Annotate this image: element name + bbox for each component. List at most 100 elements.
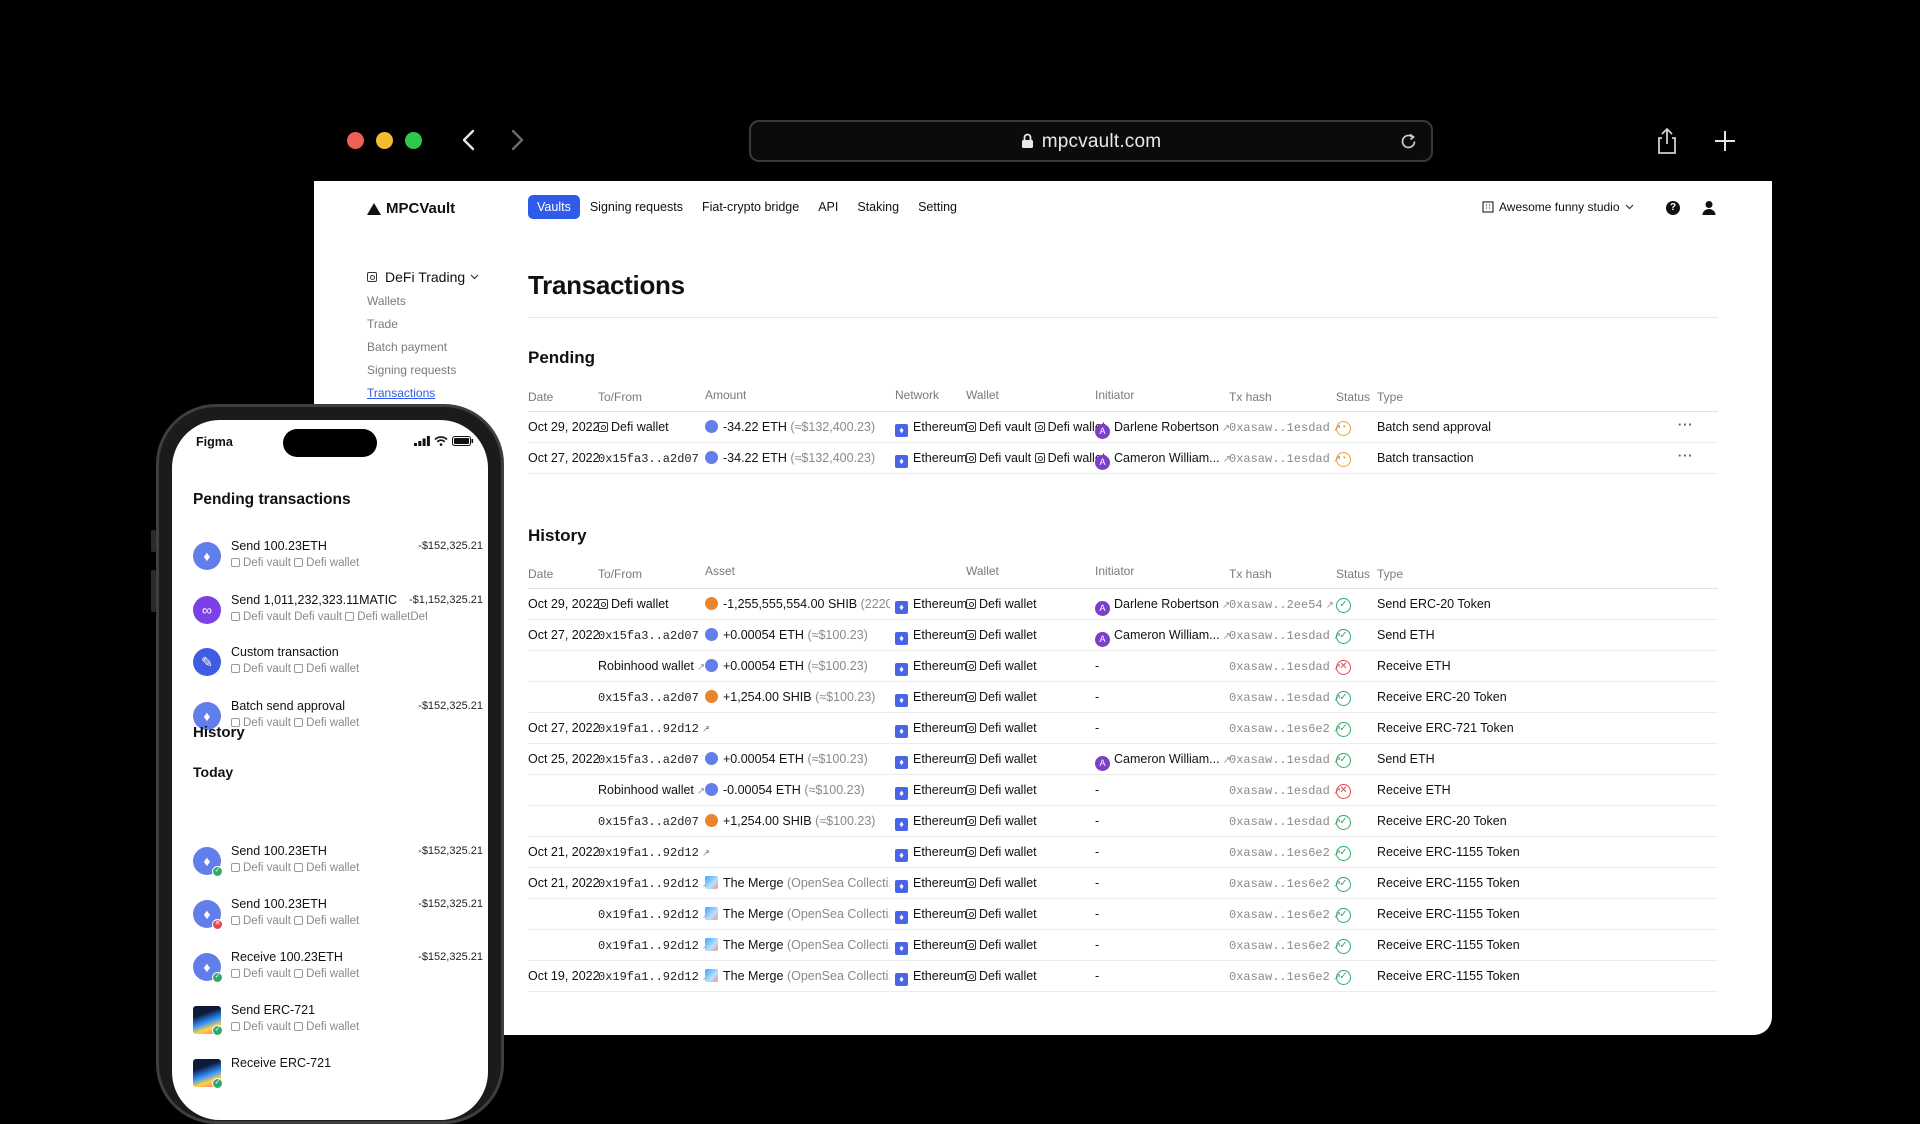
row-txhash[interactable]: 0xasaw..1es6e2 ↗	[1229, 969, 1341, 984]
share-icon[interactable]	[1652, 126, 1682, 156]
row-txhash[interactable]: 0xasaw..1esdad ↗	[1229, 659, 1341, 674]
network-name: Ethereum	[913, 814, 968, 828]
table-row[interactable]: Oct 19, 20220x19fa1..92d12↗The Merge (Op…	[528, 961, 1718, 992]
row-tofrom[interactable]: 0x19fa1..92d12↗	[598, 876, 710, 891]
row-txhash[interactable]: 0xasaw..1es6e2 ↗	[1229, 845, 1341, 860]
row-tofrom[interactable]: Robinhood wallet ↗	[598, 783, 705, 797]
table-row[interactable]: Oct 21, 20220x19fa1..92d12↗The Merge (Op…	[528, 868, 1718, 899]
row-initiator[interactable]: A Darlene Robertson ↗	[1095, 597, 1230, 616]
initiator-name: -	[1095, 969, 1100, 983]
table-row[interactable]: Robinhood wallet ↗ +0.00054 ETH (≈$100.23)…	[528, 651, 1718, 682]
table-row[interactable]: 0x19fa1..92d12↗The Merge (OpenSea Collec…	[528, 899, 1718, 930]
tofrom-address: 0x15fa3..a2d07	[598, 629, 699, 643]
row-tofrom[interactable]: Defi wallet	[598, 420, 669, 434]
forward-arrow-icon[interactable]	[502, 126, 530, 154]
row-txhash[interactable]: 0xasaw..1es6e2 ↗	[1229, 907, 1341, 922]
sidebar-item-signing-requests[interactable]: Signing requests	[367, 363, 497, 377]
phone-list-item[interactable]: ✓ Receive ERC-721	[193, 1054, 483, 1094]
table-row[interactable]: 0x15fa3..a2d07 +1,254.00 SHIB (≈$100.23) ♦…	[528, 682, 1718, 713]
wallet-icon	[966, 909, 976, 919]
row-tofrom[interactable]: 0x19fa1..92d12↗	[598, 845, 710, 860]
nav-staking[interactable]: Staking	[848, 195, 908, 219]
back-arrow-icon[interactable]	[456, 126, 484, 154]
phone-list-item[interactable]: ♦ ✓ Send 100.23ETH Defi vault Defi wallet -$…	[193, 842, 483, 882]
row-initiator[interactable]: A Darlene Robertson ↗	[1095, 420, 1230, 439]
new-tab-icon[interactable]	[1710, 126, 1740, 156]
row-initiator[interactable]: A Cameron William... ↗	[1095, 628, 1231, 647]
row-tofrom[interactable]: 0x19fa1..92d12↗	[598, 907, 710, 922]
nav-api[interactable]: API	[809, 195, 847, 219]
nav-signing-requests[interactable]: Signing requests	[581, 195, 692, 219]
close-window-button[interactable]	[347, 132, 364, 149]
external-link-icon[interactable]: ↗	[1326, 600, 1334, 611]
row-txhash[interactable]: 0xasaw..1esdad ↗	[1229, 690, 1341, 705]
help-icon[interactable]: ?	[1666, 201, 1680, 215]
more-options-icon[interactable]: ···	[1678, 418, 1694, 432]
phone-list-item[interactable]: ∞ Send 1,011,232,323.11MATIC Defi vault De…	[193, 591, 483, 631]
row-tofrom[interactable]: 0x15fa3..a2d07	[598, 814, 699, 829]
row-txhash[interactable]: 0xasaw..1es6e2 ↗	[1229, 938, 1341, 953]
table-row[interactable]: Robinhood wallet ↗ -0.00054 ETH (≈$100.23)…	[528, 775, 1718, 806]
nav-fiat-crypto-bridge[interactable]: Fiat-crypto bridge	[693, 195, 808, 219]
logo[interactable]: MPCVault	[367, 200, 455, 217]
user-icon[interactable]	[1702, 200, 1716, 216]
org-switcher[interactable]: Awesome funny studio	[1482, 200, 1634, 214]
phone-list-item[interactable]: ✎ Custom transaction Defi vault Defi walle…	[193, 643, 483, 683]
success-badge-icon: ✓	[212, 972, 223, 983]
nav-vaults[interactable]: Vaults	[528, 195, 580, 219]
table-row[interactable]: Oct 29, 2022 Defi wallet -1,255,555,554.00…	[528, 589, 1718, 620]
phone-item-title: Send ERC-721	[231, 1003, 316, 1017]
table-row[interactable]: Oct 27, 2022 0x19fa1..92d12 ↗ - ♦ Ethereum Def…	[528, 713, 1718, 744]
tofrom-text: Robinhood wallet	[598, 783, 694, 797]
wallet-icon	[345, 612, 355, 621]
phone-list-item[interactable]: ♦ Send 100.23ETH Defi vault Defi wallet -$1…	[193, 537, 483, 577]
row-initiator[interactable]: A Cameron William... ↗	[1095, 451, 1231, 470]
row-txhash[interactable]: 0xasaw..1esdad ↗	[1229, 814, 1341, 829]
table-row[interactable]: Oct 27, 2022 0x15fa3..a2d07 -34.22 ETH (≈$…	[528, 443, 1718, 474]
maximize-window-button[interactable]	[405, 132, 422, 149]
phone-list-item[interactable]: ♦ ✓ Receive 100.23ETH Defi vault Defi walle…	[193, 948, 483, 988]
row-tofrom[interactable]: 0x15fa3..a2d07	[598, 451, 699, 466]
sidebar-item-wallets[interactable]: Wallets	[367, 294, 497, 308]
row-txhash[interactable]: 0xasaw..1es6e2 ↗	[1229, 721, 1341, 736]
table-row[interactable]: 0x19fa1..92d12↗The Merge (OpenSea Collec…	[528, 930, 1718, 961]
row-tofrom[interactable]: 0x15fa3..a2d07	[598, 690, 699, 705]
more-options-icon[interactable]: ···	[1678, 449, 1694, 463]
row-initiator[interactable]: A Cameron William... ↗	[1095, 752, 1231, 771]
row-txhash[interactable]: 0xasaw..1esdad ↗	[1229, 783, 1341, 798]
shib-coin-icon	[705, 597, 718, 610]
eth-coin-icon: ♦ ✓	[193, 847, 223, 877]
row-tofrom[interactable]: 0x19fa1..92d12↗	[598, 721, 710, 736]
row-txhash[interactable]: 0xasaw..1esdad ↗	[1229, 752, 1341, 767]
initiator-name: -	[1095, 938, 1100, 952]
vault-switcher[interactable]: DeFi Trading	[367, 269, 497, 285]
row-tofrom[interactable]: Defi wallet	[598, 597, 669, 611]
phone-list-item[interactable]: ✓ Send ERC-721 Defi vault Defi wallet	[193, 1001, 483, 1041]
row-txhash[interactable]: 0xasaw..1es6e2 ↗	[1229, 876, 1341, 891]
address-bar[interactable]: mpcvault.com	[749, 120, 1433, 162]
table-row[interactable]: Oct 27, 2022 0x15fa3..a2d07 +0.00054 ETH (…	[528, 620, 1718, 651]
table-row[interactable]: Oct 29, 2022 Defi wallet -34.22 ETH (≈$132…	[528, 412, 1718, 443]
row-tofrom[interactable]: 0x15fa3..a2d07	[598, 628, 699, 643]
vault-icon	[231, 612, 240, 621]
row-txhash[interactable]: 0xasaw..1esdad ↗	[1229, 451, 1341, 466]
row-wallet: Defi wallet	[966, 876, 1037, 890]
sidebar-item-batch-payment[interactable]: Batch payment	[367, 340, 497, 354]
row-tofrom[interactable]: 0x19fa1..92d12↗	[598, 969, 710, 984]
sidebar-item-trade[interactable]: Trade	[367, 317, 497, 331]
minimize-window-button[interactable]	[376, 132, 393, 149]
nav-setting[interactable]: Setting	[909, 195, 966, 219]
row-txhash[interactable]: 0xasaw..2ee54 ↗	[1229, 597, 1334, 612]
row-txhash[interactable]: 0xasaw..1esdad ↗	[1229, 628, 1341, 643]
phone-list-item[interactable]: ♦ ✕ Send 100.23ETH Defi vault Defi wallet -$…	[193, 895, 483, 935]
table-row[interactable]: Oct 21, 2022 0x19fa1..92d12 ↗ - ♦ Ethereum Def…	[528, 837, 1718, 868]
table-row[interactable]: 0x15fa3..a2d07 +1,254.00 SHIB (≈$100.23) ♦…	[528, 806, 1718, 837]
reload-icon[interactable]	[1399, 132, 1418, 151]
row-wallet: Defi wallet	[966, 752, 1037, 766]
row-txhash[interactable]: 0xasaw..1esdad ↗	[1229, 420, 1341, 435]
row-tofrom[interactable]: Robinhood wallet ↗	[598, 659, 705, 673]
table-row[interactable]: Oct 25, 2022 0x15fa3..a2d07 +0.00054 ETH (…	[528, 744, 1718, 775]
row-tofrom[interactable]: 0x15fa3..a2d07	[598, 752, 699, 767]
row-tofrom[interactable]: 0x19fa1..92d12↗	[598, 938, 710, 953]
sidebar-item-transactions[interactable]: Transactions	[367, 386, 497, 400]
